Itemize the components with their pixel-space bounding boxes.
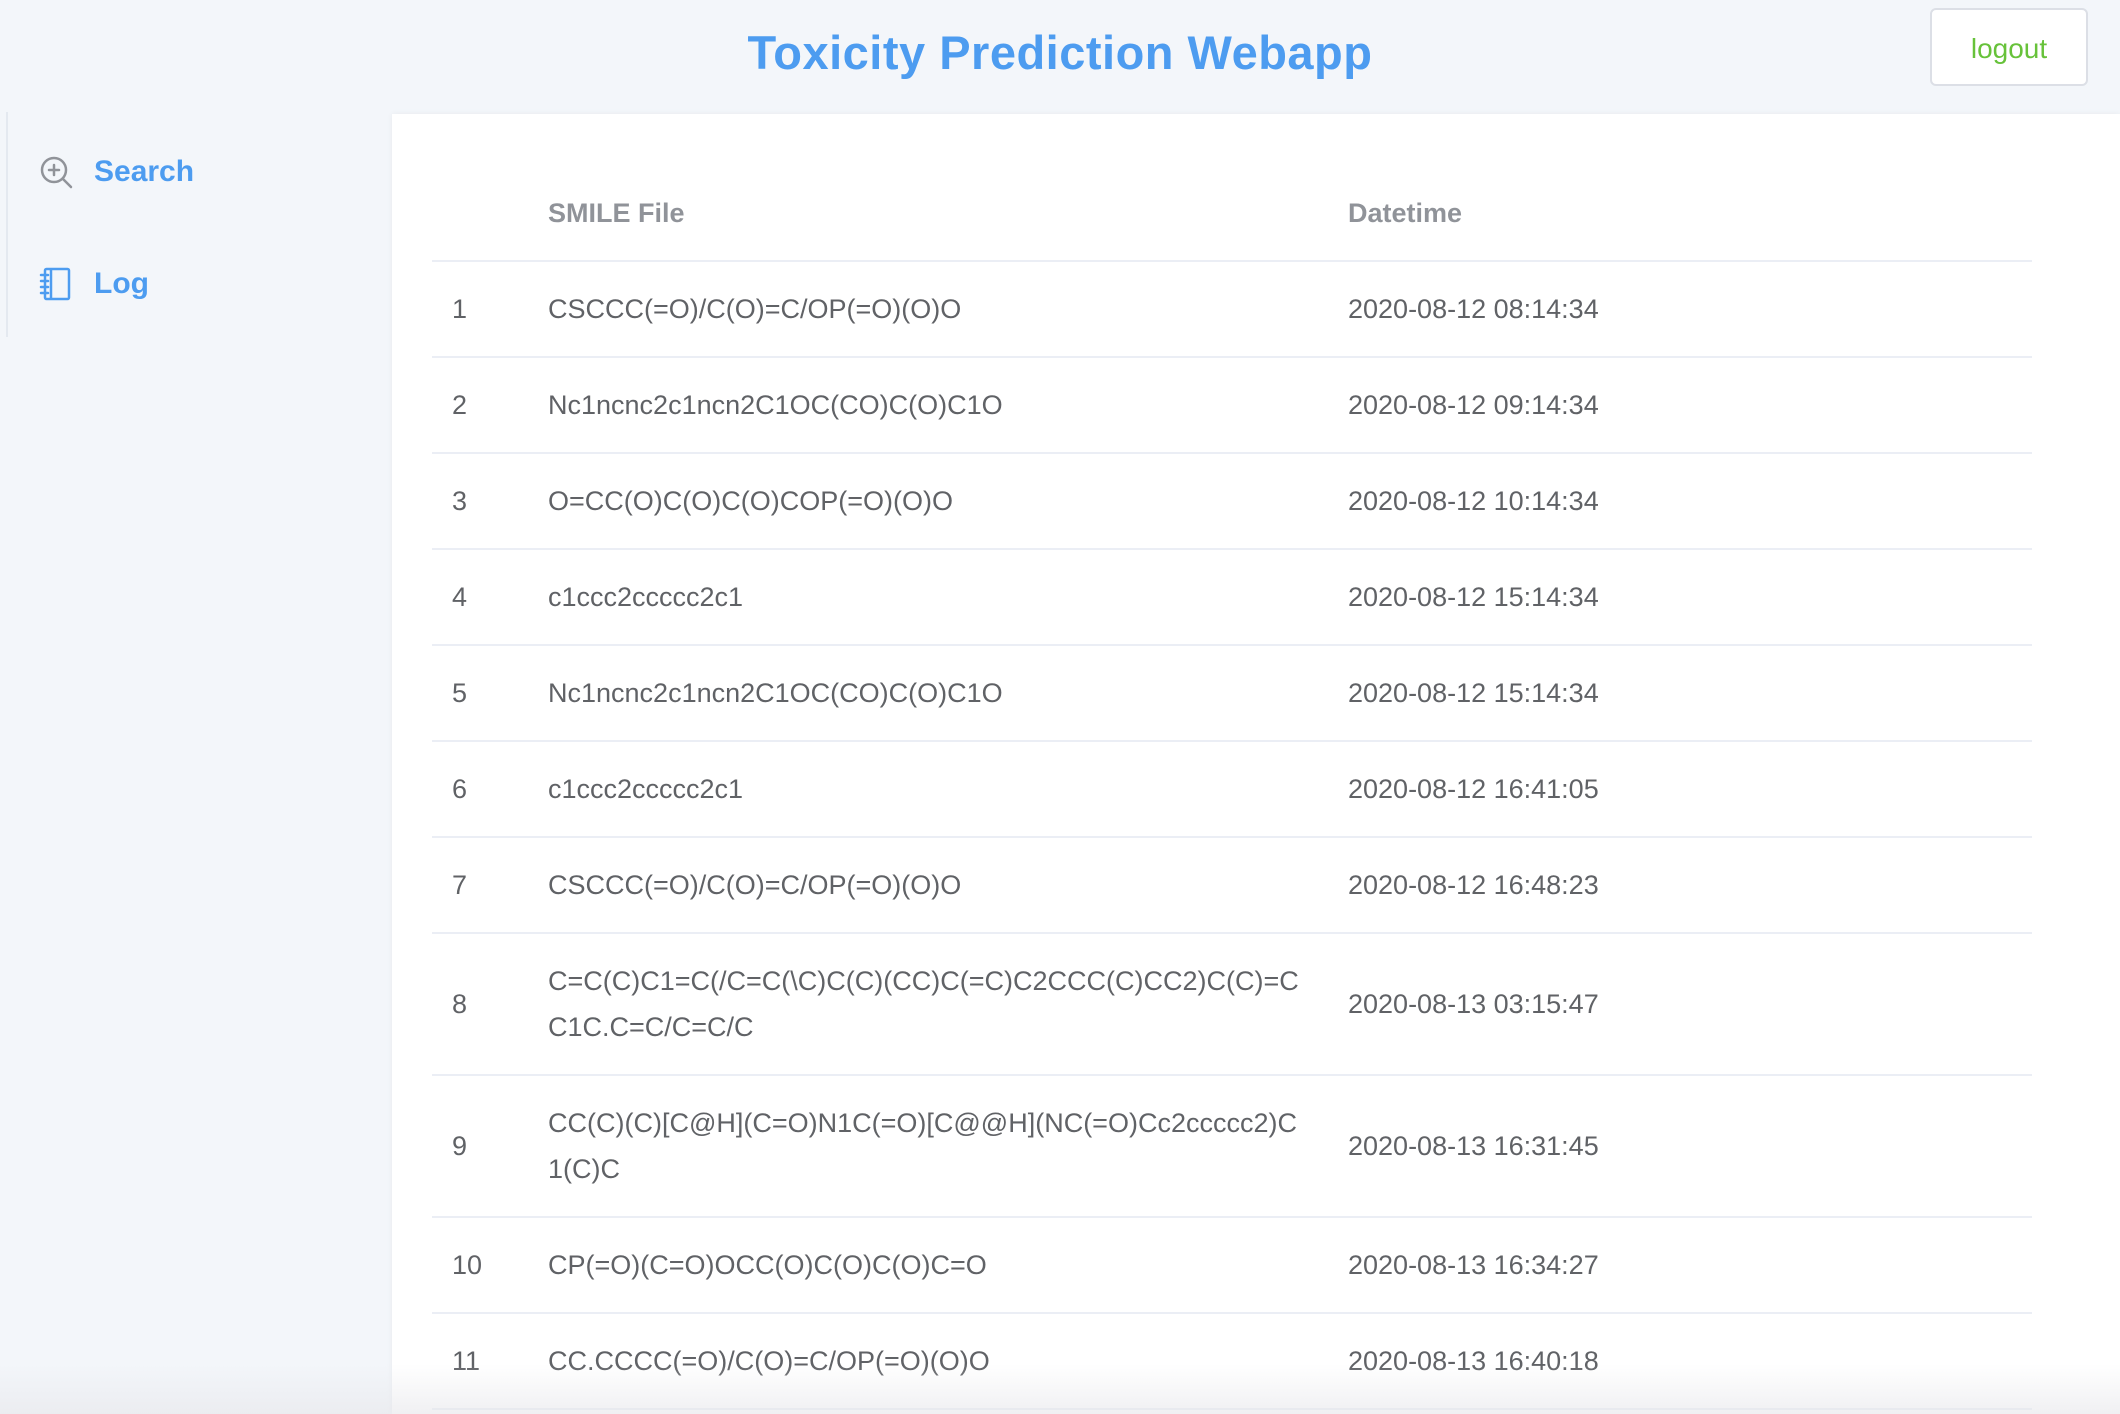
datetime-cell: 2020-08-12 15:14:34	[1328, 549, 2032, 646]
table-row[interactable]: 11 CC.CCCC(=O)/C(O)=C/OP(=O)(O)O 2020-08…	[432, 1313, 2032, 1410]
notebook-icon	[38, 266, 74, 302]
datetime-cell: 2020-08-12 09:14:34	[1328, 357, 2032, 454]
sidebar-item-search[interactable]: Search	[38, 142, 194, 202]
datetime-cell: 2020-08-12 16:48:23	[1328, 837, 2032, 934]
smile-cell: CC.CCCC(=O)/C(O)=C/OP(=O)(O)O	[528, 1313, 1328, 1410]
row-index: 5	[432, 645, 528, 742]
smile-cell: CC(C)(C)[C@H](C=O)N1C(=O)[C@@H](NC(=O)Cc…	[528, 1075, 1328, 1218]
row-index: 4	[432, 549, 528, 646]
row-index: 2	[432, 357, 528, 454]
row-index: 9	[432, 1075, 528, 1218]
smile-cell: c1ccc2ccccc2c1	[528, 741, 1328, 838]
table-row[interactable]: 6 c1ccc2ccccc2c1 2020-08-12 16:41:05	[432, 741, 2032, 838]
row-index: 3	[432, 453, 528, 550]
table-row[interactable]: 4 c1ccc2ccccc2c1 2020-08-12 15:14:34	[432, 549, 2032, 646]
datetime-cell: 2020-08-13 03:15:47	[1328, 933, 2032, 1076]
datetime-cell: 2020-08-13 16:40:18	[1328, 1313, 2032, 1410]
sidebar-menu: Search Log	[6, 112, 392, 337]
main-content: SMILE File Datetime 1 CSCCC(=O)/C(O)=C/O…	[392, 114, 2120, 1414]
table-row[interactable]: 9 CC(C)(C)[C@H](C=O)N1C(=O)[C@@H](NC(=O)…	[432, 1075, 2032, 1218]
table-row[interactable]: 7 CSCCC(=O)/C(O)=C/OP(=O)(O)O 2020-08-12…	[432, 837, 2032, 934]
logout-button[interactable]: logout	[1930, 8, 2088, 86]
datetime-cell: 2020-08-12 08:14:34	[1328, 261, 2032, 358]
sidebar-item-log[interactable]: Log	[38, 254, 149, 314]
datetime-cell: 2020-08-12 15:14:34	[1328, 645, 2032, 742]
row-index: 6	[432, 741, 528, 838]
column-header-smile-file: SMILE File	[528, 166, 1328, 262]
app-title: Toxicity Prediction Webapp	[747, 26, 1373, 79]
datetime-cell: 2020-08-13 16:34:27	[1328, 1217, 2032, 1314]
sidebar-item-label: Search	[94, 155, 195, 188]
row-index: 1	[432, 261, 528, 358]
datetime-cell: 2020-08-13 16:31:45	[1328, 1075, 2032, 1218]
smile-cell: CP(=O)(C=O)OCC(O)C(O)C(O)C=O	[528, 1217, 1328, 1314]
table-header-row: SMILE File Datetime	[432, 166, 2032, 262]
sidebar-item-label: Log	[94, 267, 149, 300]
column-header-index	[432, 166, 528, 262]
row-index: 8	[432, 933, 528, 1076]
zoom-in-icon	[38, 154, 74, 190]
smile-cell: CSCCC(=O)/C(O)=C/OP(=O)(O)O	[528, 837, 1328, 934]
column-header-datetime: Datetime	[1328, 166, 2032, 262]
table-row[interactable]: 10 CP(=O)(C=O)OCC(O)C(O)C(O)C=O 2020-08-…	[432, 1217, 2032, 1314]
datetime-cell: 2020-08-12 16:41:05	[1328, 741, 2032, 838]
row-index: 7	[432, 837, 528, 934]
row-index: 10	[432, 1217, 528, 1314]
datetime-cell: 2020-08-12 10:14:34	[1328, 453, 2032, 550]
smile-cell: Nc1ncnc2c1ncn2C1OC(CO)C(O)C1O	[528, 357, 1328, 454]
table-row[interactable]: 8 C=C(C)C1=C(/C=C(\C)C(C)(CC)C(=C)C2CCC(…	[432, 933, 2032, 1076]
app-page: Toxicity Prediction Webapp logout Search	[0, 0, 2120, 1414]
top-header: Toxicity Prediction Webapp logout	[0, 0, 2120, 112]
table-row[interactable]: 3 O=CC(O)C(O)C(O)COP(=O)(O)O 2020-08-12 …	[432, 453, 2032, 550]
table-row[interactable]: 5 Nc1ncnc2c1ncn2C1OC(CO)C(O)C1O 2020-08-…	[432, 645, 2032, 742]
smile-cell: CSCCC(=O)/C(O)=C/OP(=O)(O)O	[528, 261, 1328, 358]
log-table: SMILE File Datetime 1 CSCCC(=O)/C(O)=C/O…	[432, 166, 2032, 1410]
smile-cell: Nc1ncnc2c1ncn2C1OC(CO)C(O)C1O	[528, 645, 1328, 742]
row-index: 11	[432, 1313, 528, 1410]
smile-cell: c1ccc2ccccc2c1	[528, 549, 1328, 646]
smile-cell: C=C(C)C1=C(/C=C(\C)C(C)(CC)C(=C)C2CCC(C)…	[528, 933, 1328, 1076]
table-row[interactable]: 1 CSCCC(=O)/C(O)=C/OP(=O)(O)O 2020-08-12…	[432, 261, 2032, 358]
table-row[interactable]: 2 Nc1ncnc2c1ncn2C1OC(CO)C(O)C1O 2020-08-…	[432, 357, 2032, 454]
smile-cell: O=CC(O)C(O)C(O)COP(=O)(O)O	[528, 453, 1328, 550]
